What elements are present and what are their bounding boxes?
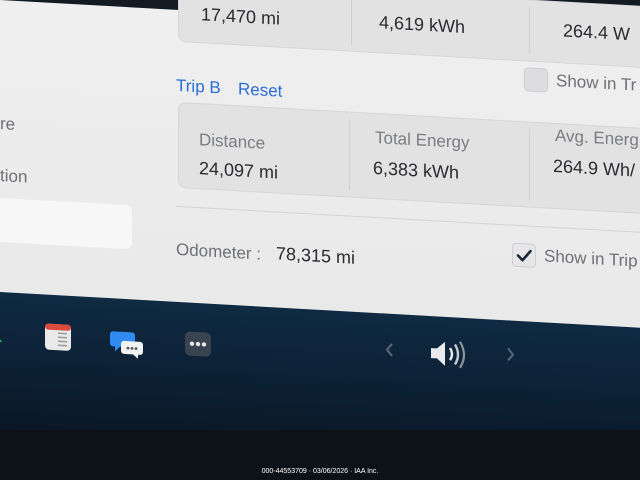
odometer-value: 78,315 mi xyxy=(276,243,356,268)
volume-icon[interactable] xyxy=(428,338,468,370)
show-in-trip-b-label: Show in Tr xyxy=(556,71,637,95)
trip-a-card: 17,470 mi 4,619 kWh 264.4 W xyxy=(178,0,640,69)
avg-energy-value: 264.9 Wh/ xyxy=(553,155,636,181)
divider xyxy=(529,6,530,55)
calendar-icon[interactable] xyxy=(44,322,72,352)
distance-value: 24,097 mi xyxy=(199,158,279,183)
total-energy-label: Total Energy xyxy=(375,127,470,153)
divider xyxy=(351,0,352,45)
left-panel-item[interactable]: re xyxy=(0,114,15,135)
left-panel-field[interactable] xyxy=(0,197,132,250)
trip-b-tab[interactable]: Trip B xyxy=(176,76,221,99)
show-in-trip-checkbox[interactable] xyxy=(512,242,536,268)
trip-a-distance: 17,470 mi xyxy=(201,4,281,29)
trip-a-avg-energy: 264.4 W xyxy=(563,20,631,45)
watermark: 000-44553709 · 03/06/2026 · IAA Inc. xyxy=(261,468,379,475)
messages-icon[interactable] xyxy=(110,328,144,360)
total-energy-value: 6,383 kWh xyxy=(373,157,460,183)
phone-icon[interactable] xyxy=(0,334,6,347)
odometer-label: Odometer : xyxy=(176,239,262,264)
show-in-trip-label: Show in Trip xyxy=(544,246,638,271)
chevron-left-icon[interactable] xyxy=(384,341,394,358)
more-apps-icon[interactable] xyxy=(184,330,212,358)
show-in-trip-b-checkbox[interactable] xyxy=(524,67,548,93)
trip-b-card: Distance 24,097 mi Total Energy 6,383 kW… xyxy=(178,101,640,215)
checkmark-icon xyxy=(516,249,532,262)
divider xyxy=(349,118,350,191)
left-panel-item[interactable]: tion xyxy=(0,166,27,188)
reset-button[interactable]: Reset xyxy=(238,79,282,101)
tesla-screen: 17,470 mi 4,619 kWh 264.4 W re tion Trip… xyxy=(0,0,640,336)
chevron-right-icon[interactable] xyxy=(506,346,516,363)
distance-label: Distance xyxy=(199,130,266,153)
avg-energy-label: Avg. Energ xyxy=(555,126,639,150)
divider xyxy=(529,128,530,201)
trip-a-total-energy: 4,619 kWh xyxy=(379,12,466,38)
